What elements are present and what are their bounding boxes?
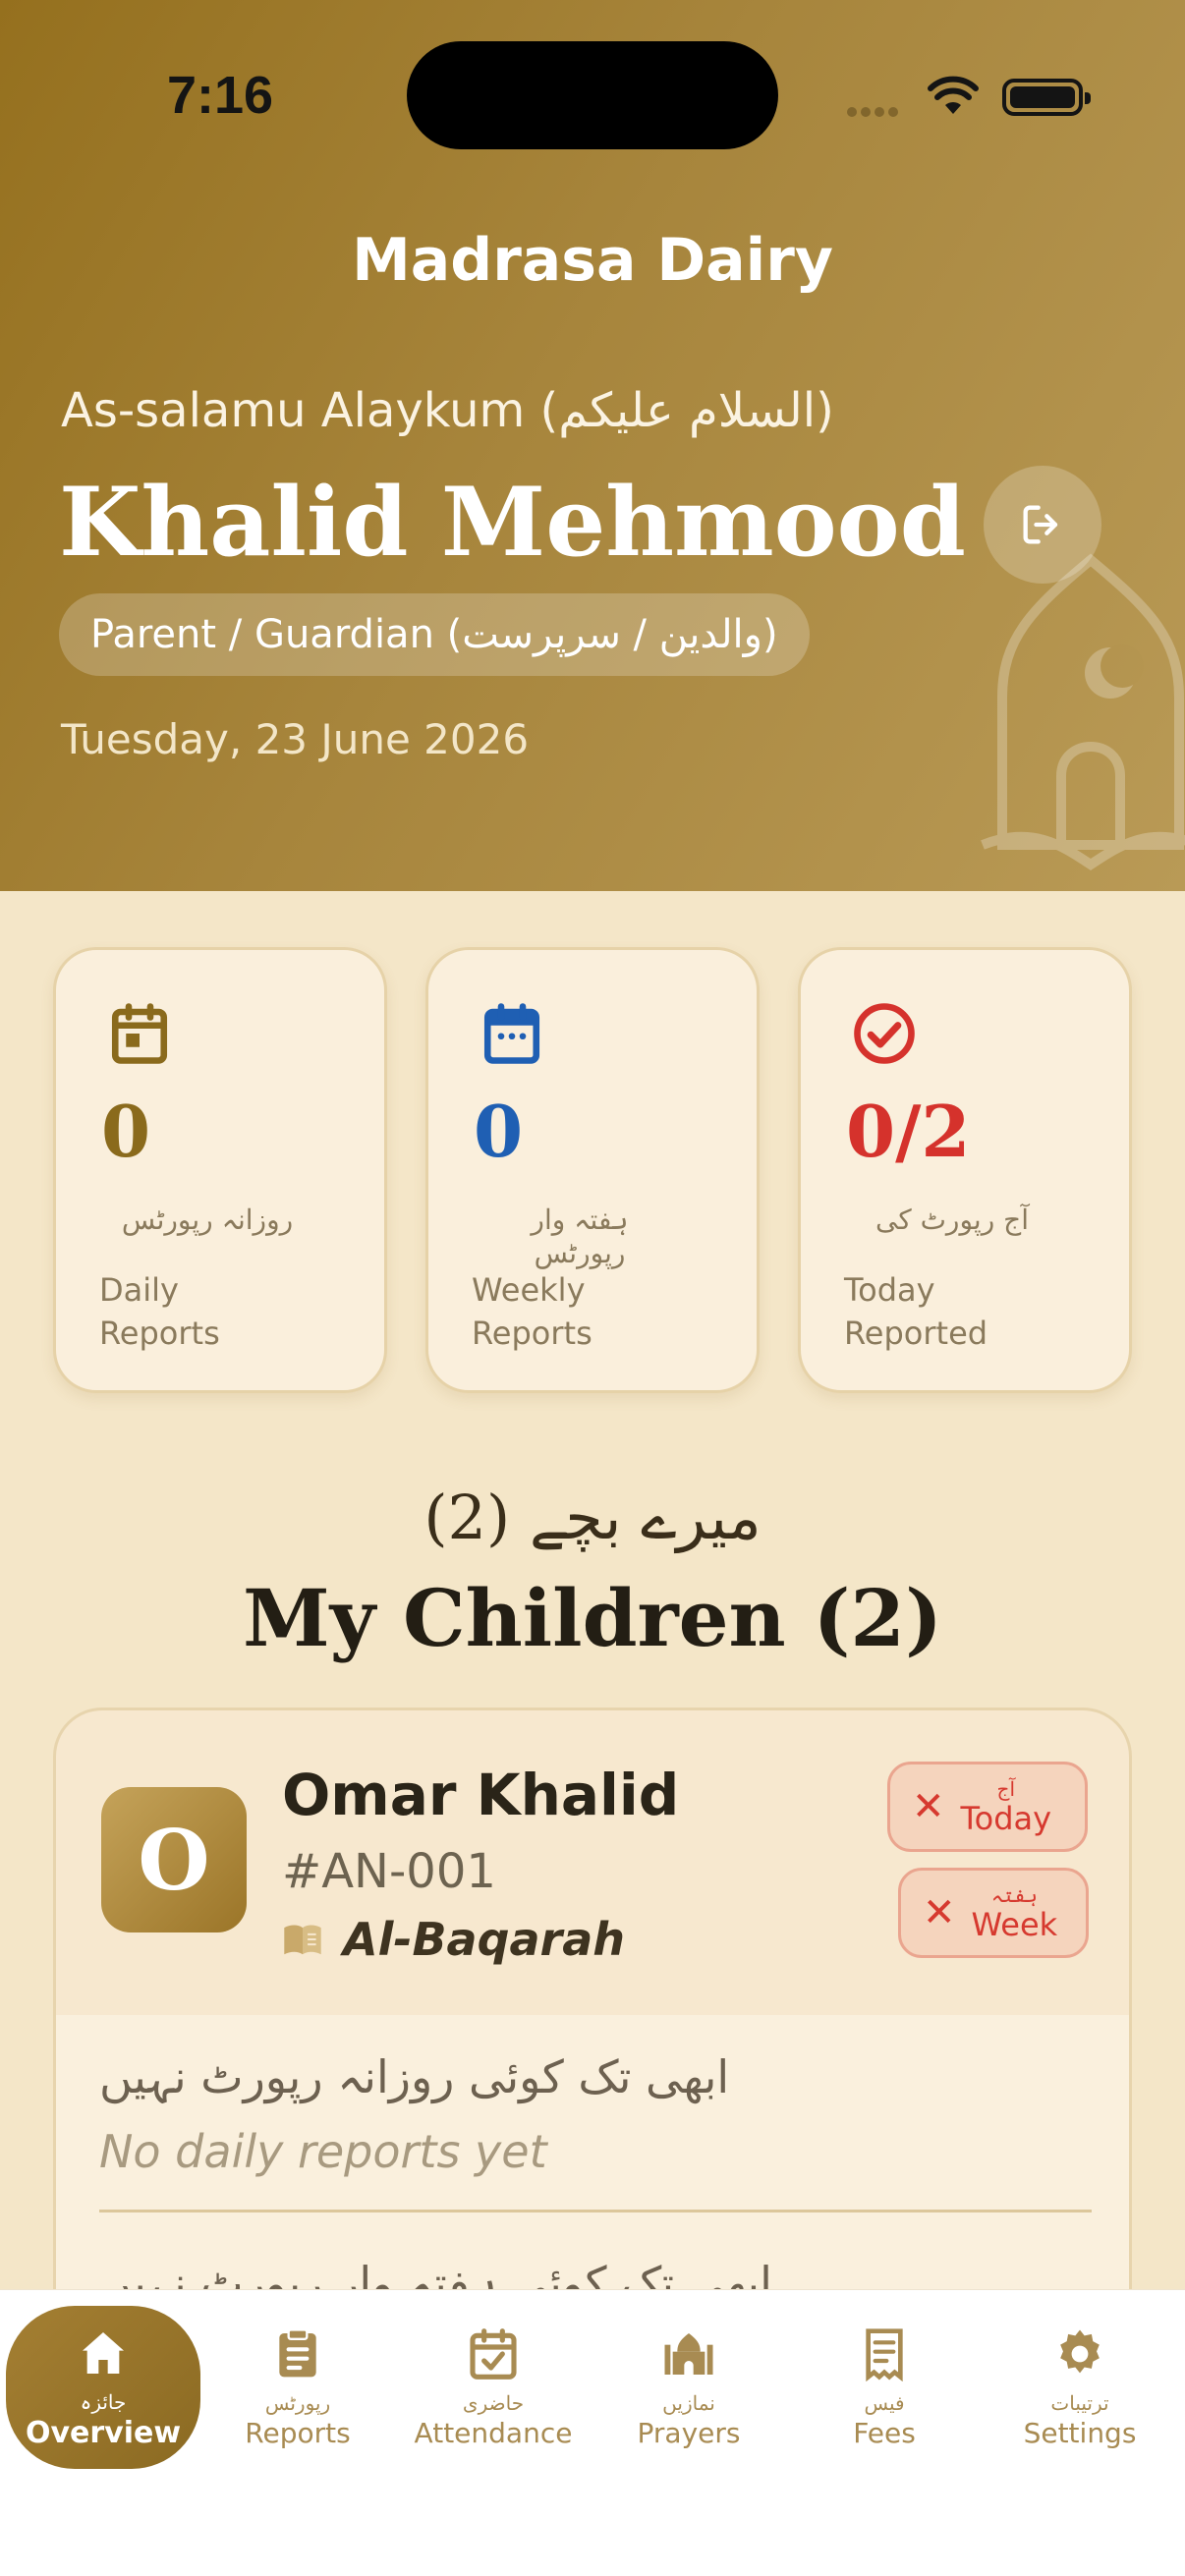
tab-label: Attendance	[414, 2416, 573, 2449]
battery-icon	[1002, 79, 1091, 116]
logout-icon	[1023, 505, 1058, 544]
mosque-decoration-icon	[981, 553, 1185, 871]
stat-card-today-reported[interactable]: 0/2 آج رپورٹ کی Today Reported	[798, 947, 1132, 1393]
tab-prayers[interactable]: نمازیں Prayers	[591, 2306, 787, 2469]
greeting-text: As-salamu Alaykum (السلام علیکم)	[61, 383, 834, 438]
today-status-urdu: آج	[996, 1777, 1016, 1801]
child-avatar: O	[101, 1787, 247, 1932]
tab-urdu-label: حاضری	[462, 2390, 525, 2415]
stat-urdu-label: ہفتہ وار رپورٹس	[531, 1204, 629, 1269]
app-title: Madrasa Dairy	[352, 226, 833, 295]
calendar-week-icon	[483, 1003, 540, 1064]
stat-urdu-label: آج رپورٹ کی	[875, 1204, 1029, 1236]
no-daily-reports-urdu: ابھی تک کوئی روزانہ رپورٹ نہیں	[99, 2050, 730, 2103]
tab-reports[interactable]: رپورٹس Reports	[199, 2306, 396, 2469]
x-icon: ✕	[912, 1784, 945, 1829]
cellular-icon	[847, 102, 906, 117]
tab-label: Reports	[245, 2416, 351, 2449]
clipboard-icon	[279, 2327, 316, 2377]
mosque-icon	[664, 2332, 713, 2375]
child-current-lesson: Al-Baqarah	[282, 1913, 625, 1966]
tab-urdu-label: نمازیں	[662, 2390, 715, 2415]
child-name: Omar Khalid	[282, 1762, 680, 1828]
tab-urdu-label: جائزہ	[80, 2389, 127, 2414]
stat-value: 0/2	[846, 1090, 971, 1173]
book-icon	[284, 1925, 321, 1955]
tab-label: Prayers	[637, 2416, 741, 2449]
bottom-tab-bar: جائزہ Overview رپورٹس Reports حاضری Atte…	[0, 2289, 1185, 2576]
today-status-badge: ✕ آج Today	[887, 1762, 1088, 1852]
calendar-day-icon	[111, 1003, 168, 1064]
stat-value: 0	[101, 1090, 151, 1173]
stat-label: Daily Reports	[99, 1271, 220, 1352]
stat-label: Weekly Reports	[472, 1271, 592, 1352]
tab-settings[interactable]: ترتیبات Settings	[982, 2306, 1178, 2469]
stat-label: Today Reported	[844, 1271, 988, 1352]
status-time: 7:16	[167, 66, 274, 125]
status-indicators	[847, 75, 1091, 118]
calendar-check-icon	[470, 2327, 517, 2380]
check-circle-icon	[854, 1003, 915, 1064]
tab-attendance[interactable]: حاضری Attendance	[395, 2306, 592, 2469]
week-status-label: Week	[971, 1906, 1058, 1943]
tab-label: Overview	[25, 2415, 182, 2450]
tab-urdu-label: رپورٹس	[264, 2390, 331, 2415]
tab-fees[interactable]: فیس Fees	[786, 2306, 983, 2469]
week-status-urdu: ہفتہ	[990, 1883, 1038, 1907]
home-icon	[83, 2331, 124, 2374]
child-id: #AN-001	[282, 1844, 496, 1899]
children-section-urdu-title: میرے بچے (2)	[423, 1482, 762, 1553]
x-icon: ✕	[923, 1890, 956, 1935]
wifi-icon	[928, 76, 979, 114]
tab-label: Settings	[1023, 2416, 1137, 2449]
profile-header: 7:16 Madrasa Dairy As-salamu Alaykum (ال…	[0, 0, 1185, 891]
role-label: Parent / Guardian (والدین / سرپرست)	[90, 612, 778, 657]
divider	[99, 2210, 1092, 2212]
stat-value: 0	[474, 1090, 524, 1173]
role-badge: Parent / Guardian (والدین / سرپرست)	[59, 593, 810, 676]
no-daily-reports-text: No daily reports yet	[99, 2125, 547, 2178]
tab-urdu-label: ترتیبات	[1050, 2390, 1109, 2415]
children-section-title: My Children (2)	[243, 1572, 942, 1664]
stat-card-weekly-reports[interactable]: 0 ہفتہ وار رپورٹس Weekly Reports	[425, 947, 760, 1393]
tab-overview[interactable]: جائزہ Overview	[6, 2306, 200, 2469]
dynamic-island	[407, 41, 778, 149]
stat-urdu-label: روزانہ رپورٹس	[121, 1204, 294, 1236]
gear-icon	[1060, 2329, 1100, 2373]
receipt-icon	[866, 2327, 903, 2381]
tab-urdu-label: فیس	[864, 2390, 905, 2415]
lesson-name: Al-Baqarah	[343, 1913, 626, 1966]
week-status-badge: ✕ ہفتہ Week	[898, 1868, 1089, 1958]
tab-label: Fees	[853, 2416, 916, 2449]
today-status-label: Today	[960, 1800, 1052, 1837]
user-name: Khalid Mehmood	[59, 467, 966, 578]
current-date: Tuesday, 23 June 2026	[61, 715, 530, 763]
stat-card-daily-reports[interactable]: 0 روزانہ رپورٹس Daily Reports	[53, 947, 387, 1393]
